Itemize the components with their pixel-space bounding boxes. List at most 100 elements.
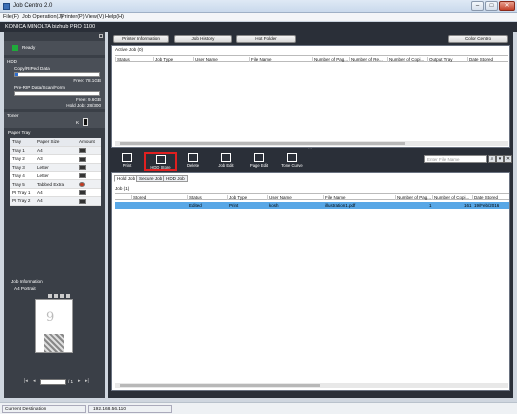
job-copies: 161	[464, 203, 472, 208]
tone-curve-icon	[287, 153, 297, 162]
status-section: Ready	[4, 41, 105, 55]
col-number-of-pages[interactable]: Number of Pag...	[312, 57, 349, 62]
hold-job-panel: Hold Job Secure Job HDD Job Job (1) Stor…	[111, 172, 510, 391]
col-date-stored[interactable]: Date Stored	[472, 195, 509, 200]
hot-folder-button[interactable]: Hot Folder	[236, 35, 296, 43]
active-job-panel: Active Job (0) Status Job Type User Name…	[111, 45, 510, 148]
device-name: KONICA MINOLTA bizhub PRO 1100	[5, 24, 96, 30]
job-status: Edited	[189, 203, 202, 208]
hdd-icon	[155, 155, 166, 164]
app-icon	[3, 3, 10, 10]
page-number-input[interactable]	[40, 379, 66, 385]
prerip-data-free: Free: 9.6GB	[75, 97, 101, 102]
table-row[interactable]: Tray 2 A3	[10, 154, 101, 164]
paper-stack-icon	[79, 198, 86, 204]
hdd-section: HDD Copy/RIPed Data Free: 78.1GB Pre-RIP…	[4, 58, 105, 109]
tone-curve-button[interactable]: Tone Curve	[280, 152, 304, 171]
color-centro-button[interactable]: Color Centro	[448, 35, 508, 43]
toner-section: Toner K	[4, 112, 105, 128]
hdd-title: HDD	[7, 59, 17, 64]
table-row[interactable]: Tray 5 Tabbed Extra	[10, 179, 101, 189]
copy-data-usage-bar	[14, 72, 100, 77]
job-edit-button[interactable]: Job Edit	[214, 152, 238, 171]
page-preview: 9	[35, 299, 73, 353]
paper-size: Letter	[35, 163, 77, 173]
maximize-button[interactable]: □	[485, 1, 498, 11]
table-row[interactable]: Tray 4 Letter	[10, 171, 101, 181]
page-edit-button[interactable]: Page Edit	[247, 152, 271, 171]
hdd-store-button[interactable]: HDD Store	[144, 152, 177, 171]
table-row[interactable]: PI Tray 1 A4	[10, 188, 101, 198]
menu-job-operation[interactable]: Job Operation(J)	[22, 14, 63, 20]
clear-search-icon[interactable]: ✕	[504, 155, 512, 163]
preview-number: 9	[46, 310, 55, 325]
col-file-name[interactable]: File Name	[249, 57, 312, 62]
current-destination-label: Current Destination	[2, 405, 86, 413]
copy-data-label: Copy/RIPed Data	[14, 66, 50, 71]
menu-file[interactable]: File(F)	[3, 14, 19, 20]
collapse-icon[interactable]	[99, 34, 103, 38]
print-button[interactable]: Print	[115, 152, 139, 171]
job-type: Print	[229, 203, 239, 208]
col-number-of-copies[interactable]: Number of Copi...	[387, 57, 427, 62]
col-job-type[interactable]: Job Type	[227, 195, 267, 200]
paper-stack-icon	[79, 173, 86, 179]
tab-secure-job[interactable]: Secure Job	[136, 175, 166, 182]
col-number-of-reprints[interactable]: Number of Re...	[349, 57, 387, 62]
search-input[interactable]: Enter File Name	[424, 155, 487, 163]
col-status[interactable]: Status	[115, 57, 153, 62]
first-page-icon[interactable]: |◂	[24, 378, 28, 384]
prev-page-icon[interactable]: ◂	[33, 378, 36, 384]
view-mode-icon[interactable]	[54, 294, 58, 298]
tab-hdd-job[interactable]: HDD Job	[163, 175, 188, 182]
col-number-of-pages[interactable]: Number of Pag...	[395, 195, 432, 200]
view-mode-icon[interactable]	[66, 294, 70, 298]
title-bar: Job Centro 2.0 – □ ✕	[0, 0, 517, 13]
tab-hold-job[interactable]: Hold Job	[114, 175, 139, 182]
view-mode-icon[interactable]	[60, 294, 64, 298]
paper-size: A3	[35, 154, 77, 164]
delete-button[interactable]: Delete	[181, 152, 205, 171]
col-date-stored[interactable]: Date Stored	[467, 57, 507, 62]
hold-job-count: Hold Job: 28/300	[66, 103, 101, 108]
next-page-icon[interactable]: ▸	[78, 378, 81, 384]
menu-bar: File(F) Job Operation(J) Printer(P) View…	[0, 13, 517, 22]
table-row[interactable]: Tray 3 Letter	[10, 163, 101, 173]
close-button[interactable]: ✕	[499, 1, 515, 11]
active-job-header: Status Job Type User Name File Name Numb…	[115, 55, 508, 62]
search-options-icon[interactable]: ▾	[496, 155, 504, 163]
trash-icon	[188, 153, 198, 162]
amount-header: Amount	[77, 138, 101, 147]
tray-name: Tray 5	[10, 179, 35, 189]
paper-stack-icon	[79, 190, 86, 196]
menu-view[interactable]: View(V)	[85, 14, 104, 20]
menu-printer[interactable]: Printer(P)	[61, 14, 85, 20]
paper-tray-title: Paper Tray	[8, 130, 31, 135]
search-icon[interactable]: ⌕	[488, 155, 496, 163]
col-file-name[interactable]: File Name	[323, 195, 395, 200]
ready-status-icon	[12, 45, 18, 51]
table-row[interactable]: Edited Print kosh illustration1.pdf 1 16…	[115, 202, 509, 209]
job-info-paper: A4 Portrait	[14, 286, 36, 291]
printer-status-panel: Ready HDD Copy/RIPed Data Free: 78.1GB P…	[4, 32, 105, 398]
col-stored[interactable]: Stored	[131, 195, 171, 200]
view-mode-icon[interactable]	[48, 294, 52, 298]
job-history-button[interactable]: Job History	[174, 35, 232, 43]
col-number-of-copies[interactable]: Number of Copi...	[432, 195, 472, 200]
tray-name: Tray 4	[10, 171, 35, 181]
printer-information-button[interactable]: Printer Information	[113, 35, 169, 43]
paper-size: Tabbed Extra	[35, 179, 77, 189]
minimize-button[interactable]: –	[471, 1, 484, 11]
col-user-name[interactable]: User Name	[193, 57, 249, 62]
hold-job-scrollbar[interactable]	[115, 383, 508, 388]
col-output-tray[interactable]: Output Tray	[427, 57, 467, 62]
menu-help[interactable]: Help(H)	[105, 14, 124, 20]
col-status[interactable]: Status	[187, 195, 227, 200]
window-title: Job Centro 2.0	[13, 3, 53, 9]
table-row[interactable]: PI Tray 2 A4	[10, 196, 101, 206]
last-page-icon[interactable]: ▸|	[85, 378, 89, 384]
paper-size: Letter	[35, 171, 77, 181]
table-row[interactable]: Tray 1 A4	[10, 146, 101, 156]
col-user-name[interactable]: User Name	[267, 195, 323, 200]
col-job-type[interactable]: Job Type	[153, 57, 193, 62]
